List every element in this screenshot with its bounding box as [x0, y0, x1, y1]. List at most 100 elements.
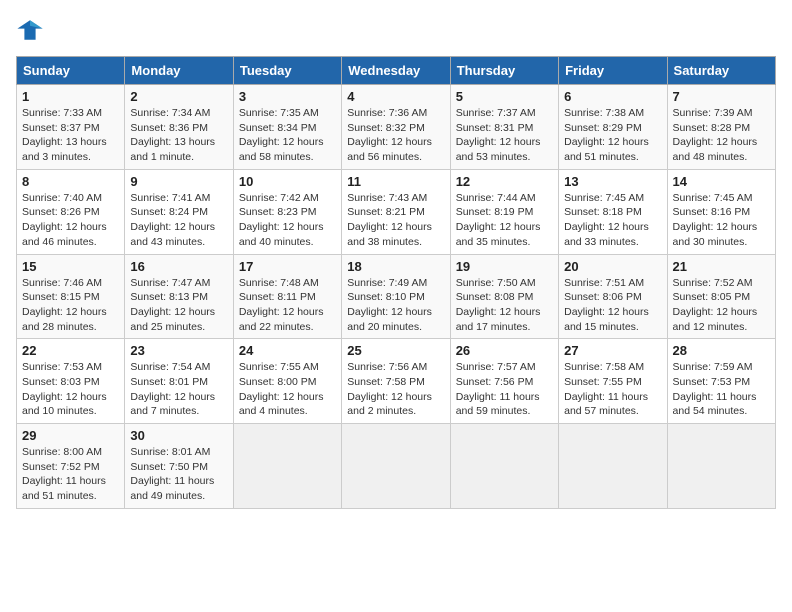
weekday-header-monday: Monday: [125, 57, 233, 85]
day-number: 5: [456, 89, 553, 104]
logo-bird-icon: [16, 16, 44, 44]
calendar-week-row: 22 Sunrise: 7:53 AM Sunset: 8:03 PM Dayli…: [17, 339, 776, 424]
day-number: 28: [673, 343, 770, 358]
day-number: 4: [347, 89, 444, 104]
calendar-cell: 4Sunrise: 7:36 AM Sunset: 8:32 PM Daylig…: [342, 85, 450, 170]
calendar-cell: 24 Sunrise: 7:55 AM Sunset: 8:00 PM Dayli…: [233, 339, 341, 424]
calendar-cell: [667, 424, 775, 509]
day-number: 19: [456, 259, 553, 274]
calendar-cell: [233, 424, 341, 509]
day-number: 8: [22, 174, 119, 189]
day-number: 16: [130, 259, 227, 274]
day-number: 18: [347, 259, 444, 274]
day-number: 21: [673, 259, 770, 274]
day-number: 3: [239, 89, 336, 104]
calendar-cell: 19 Sunrise: 7:50 AM Sunset: 8:08 PM Dayli…: [450, 254, 558, 339]
calendar-cell: 22 Sunrise: 7:53 AM Sunset: 8:03 PM Dayli…: [17, 339, 125, 424]
day-detail: Sunrise: 7:59 AM Sunset: 7:53 PM Dayligh…: [673, 360, 770, 419]
day-detail: Sunrise: 7:47 AM Sunset: 8:13 PM Dayligh…: [130, 276, 227, 335]
calendar-cell: [559, 424, 667, 509]
day-detail: Sunrise: 7:46 AM Sunset: 8:15 PM Dayligh…: [22, 276, 119, 335]
day-number: 12: [456, 174, 553, 189]
day-detail: Sunrise: 7:39 AM Sunset: 8:28 PM Dayligh…: [673, 106, 770, 165]
calendar-week-row: 29 Sunrise: 8:00 AM Sunset: 7:52 PM Dayli…: [17, 424, 776, 509]
day-number: 20: [564, 259, 661, 274]
day-detail: Sunrise: 8:00 AM Sunset: 7:52 PM Dayligh…: [22, 445, 119, 504]
day-detail: Sunrise: 7:43 AM Sunset: 8:21 PM Dayligh…: [347, 191, 444, 250]
day-detail: Sunrise: 7:35 AM Sunset: 8:34 PM Dayligh…: [239, 106, 336, 165]
weekday-header-row: SundayMondayTuesdayWednesdayThursdayFrid…: [17, 57, 776, 85]
calendar-week-row: 15 Sunrise: 7:46 AM Sunset: 8:15 PM Dayli…: [17, 254, 776, 339]
calendar-cell: 9 Sunrise: 7:41 AM Sunset: 8:24 PM Daylig…: [125, 169, 233, 254]
calendar-cell: 30 Sunrise: 8:01 AM Sunset: 7:50 PM Dayli…: [125, 424, 233, 509]
calendar-week-row: 1 Sunrise: 7:33 AM Sunset: 8:37 PM Daylig…: [17, 85, 776, 170]
calendar-cell: 13 Sunrise: 7:45 AM Sunset: 8:18 PM Dayli…: [559, 169, 667, 254]
calendar-cell: 1 Sunrise: 7:33 AM Sunset: 8:37 PM Daylig…: [17, 85, 125, 170]
day-number: 26: [456, 343, 553, 358]
weekday-header-wednesday: Wednesday: [342, 57, 450, 85]
day-detail: Sunrise: 7:41 AM Sunset: 8:24 PM Dayligh…: [130, 191, 227, 250]
day-number: 2: [130, 89, 227, 104]
day-number: 9: [130, 174, 227, 189]
day-number: 1: [22, 89, 119, 104]
calendar-cell: 2 Sunrise: 7:34 AM Sunset: 8:36 PM Daylig…: [125, 85, 233, 170]
day-detail: Sunrise: 7:51 AM Sunset: 8:06 PM Dayligh…: [564, 276, 661, 335]
calendar-cell: 11Sunrise: 7:43 AM Sunset: 8:21 PM Dayli…: [342, 169, 450, 254]
calendar-cell: 23 Sunrise: 7:54 AM Sunset: 8:01 PM Dayli…: [125, 339, 233, 424]
day-number: 7: [673, 89, 770, 104]
calendar-cell: [342, 424, 450, 509]
day-number: 25: [347, 343, 444, 358]
calendar-week-row: 8Sunrise: 7:40 AM Sunset: 8:26 PM Daylig…: [17, 169, 776, 254]
day-number: 27: [564, 343, 661, 358]
calendar-cell: 26 Sunrise: 7:57 AM Sunset: 7:56 PM Dayli…: [450, 339, 558, 424]
page-header: [16, 16, 776, 44]
day-number: 10: [239, 174, 336, 189]
calendar-cell: 21 Sunrise: 7:52 AM Sunset: 8:05 PM Dayli…: [667, 254, 775, 339]
day-detail: Sunrise: 7:58 AM Sunset: 7:55 PM Dayligh…: [564, 360, 661, 419]
calendar-cell: 3 Sunrise: 7:35 AM Sunset: 8:34 PM Daylig…: [233, 85, 341, 170]
calendar-cell: 7 Sunrise: 7:39 AM Sunset: 8:28 PM Daylig…: [667, 85, 775, 170]
day-detail: Sunrise: 7:45 AM Sunset: 8:16 PM Dayligh…: [673, 191, 770, 250]
calendar-cell: 29 Sunrise: 8:00 AM Sunset: 7:52 PM Dayli…: [17, 424, 125, 509]
day-number: 15: [22, 259, 119, 274]
day-detail: Sunrise: 7:56 AM Sunset: 7:58 PM Dayligh…: [347, 360, 444, 419]
weekday-header-friday: Friday: [559, 57, 667, 85]
day-detail: Sunrise: 7:38 AM Sunset: 8:29 PM Dayligh…: [564, 106, 661, 165]
day-detail: Sunrise: 7:57 AM Sunset: 7:56 PM Dayligh…: [456, 360, 553, 419]
day-detail: Sunrise: 7:52 AM Sunset: 8:05 PM Dayligh…: [673, 276, 770, 335]
calendar-cell: 28 Sunrise: 7:59 AM Sunset: 7:53 PM Dayli…: [667, 339, 775, 424]
day-number: 22: [22, 343, 119, 358]
day-number: 6: [564, 89, 661, 104]
calendar-table: SundayMondayTuesdayWednesdayThursdayFrid…: [16, 56, 776, 509]
day-detail: Sunrise: 7:45 AM Sunset: 8:18 PM Dayligh…: [564, 191, 661, 250]
calendar-cell: 8Sunrise: 7:40 AM Sunset: 8:26 PM Daylig…: [17, 169, 125, 254]
day-detail: Sunrise: 7:34 AM Sunset: 8:36 PM Dayligh…: [130, 106, 227, 165]
day-detail: Sunrise: 7:50 AM Sunset: 8:08 PM Dayligh…: [456, 276, 553, 335]
day-number: 29: [22, 428, 119, 443]
day-detail: Sunrise: 7:37 AM Sunset: 8:31 PM Dayligh…: [456, 106, 553, 165]
day-detail: Sunrise: 8:01 AM Sunset: 7:50 PM Dayligh…: [130, 445, 227, 504]
day-number: 13: [564, 174, 661, 189]
weekday-header-thursday: Thursday: [450, 57, 558, 85]
weekday-header-tuesday: Tuesday: [233, 57, 341, 85]
day-detail: Sunrise: 7:54 AM Sunset: 8:01 PM Dayligh…: [130, 360, 227, 419]
logo: [16, 16, 48, 44]
day-number: 23: [130, 343, 227, 358]
day-detail: Sunrise: 7:55 AM Sunset: 8:00 PM Dayligh…: [239, 360, 336, 419]
day-detail: Sunrise: 7:49 AM Sunset: 8:10 PM Dayligh…: [347, 276, 444, 335]
calendar-cell: 12Sunrise: 7:44 AM Sunset: 8:19 PM Dayli…: [450, 169, 558, 254]
calendar-cell: 5 Sunrise: 7:37 AM Sunset: 8:31 PM Daylig…: [450, 85, 558, 170]
calendar-cell: 27 Sunrise: 7:58 AM Sunset: 7:55 PM Dayli…: [559, 339, 667, 424]
day-detail: Sunrise: 7:53 AM Sunset: 8:03 PM Dayligh…: [22, 360, 119, 419]
calendar-cell: 20 Sunrise: 7:51 AM Sunset: 8:06 PM Dayli…: [559, 254, 667, 339]
calendar-cell: 14Sunrise: 7:45 AM Sunset: 8:16 PM Dayli…: [667, 169, 775, 254]
calendar-cell: 18 Sunrise: 7:49 AM Sunset: 8:10 PM Dayli…: [342, 254, 450, 339]
day-number: 24: [239, 343, 336, 358]
weekday-header-sunday: Sunday: [17, 57, 125, 85]
calendar-cell: 25 Sunrise: 7:56 AM Sunset: 7:58 PM Dayli…: [342, 339, 450, 424]
day-number: 17: [239, 259, 336, 274]
day-number: 30: [130, 428, 227, 443]
calendar-cell: 17Sunrise: 7:48 AM Sunset: 8:11 PM Dayli…: [233, 254, 341, 339]
day-detail: Sunrise: 7:33 AM Sunset: 8:37 PM Dayligh…: [22, 106, 119, 165]
calendar-cell: 10Sunrise: 7:42 AM Sunset: 8:23 PM Dayli…: [233, 169, 341, 254]
